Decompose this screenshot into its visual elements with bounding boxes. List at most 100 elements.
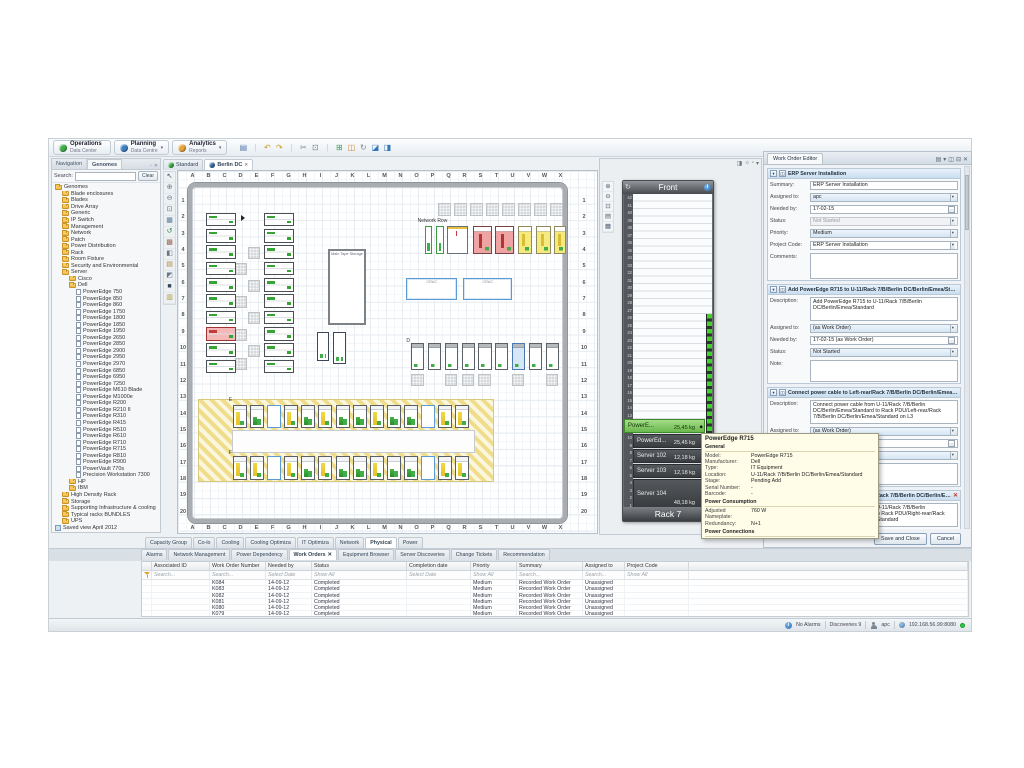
dropdown-select[interactable]: ERP Server Installation▾ [810, 241, 958, 250]
floor-rack[interactable] [284, 405, 298, 428]
floor-rack[interactable] [438, 456, 452, 479]
document-tab[interactable]: Berlin DC ✕ [204, 159, 253, 170]
floor-rack[interactable] [264, 360, 294, 374]
rack-item[interactable]: Server 10212,18 kg [633, 449, 705, 463]
filter-cell[interactable]: Search... [517, 571, 583, 579]
floorplan-tool-icon[interactable]: ▤ [164, 260, 175, 271]
toolbar-icon[interactable]: ↷ [274, 142, 284, 153]
calendar-icon[interactable] [948, 440, 955, 447]
perspective-tab[interactable]: Network [335, 537, 364, 548]
sidebar-tab[interactable]: Genomes [87, 159, 122, 169]
floor-rack[interactable] [421, 405, 435, 428]
floorplan-tool-icon[interactable]: ◧ [164, 249, 175, 260]
perspective-tab[interactable]: IT Optimiza [297, 537, 334, 548]
window-icon[interactable]: ◫ [948, 156, 954, 163]
floor-rack[interactable] [206, 229, 236, 243]
section-header-button[interactable]: ◫ [779, 170, 786, 177]
floor-rack[interactable] [404, 456, 418, 479]
rack-item[interactable]: PowerE...25,45 kg◆ [624, 419, 705, 433]
dropdown-arrow-icon[interactable]: ▾ [950, 218, 955, 225]
window-icon[interactable]: ◨ [737, 160, 743, 167]
window-icon[interactable]: ☼ [744, 160, 750, 167]
textarea-input[interactable] [810, 360, 958, 382]
bottom-panel-tab[interactable]: Network Management [168, 549, 230, 560]
floor-rack[interactable] [206, 262, 236, 276]
cancel-button[interactable]: Cancel [930, 533, 961, 545]
filter-funnel-icon[interactable] [144, 572, 151, 578]
column-header[interactable]: Work Order Number [210, 562, 266, 570]
floor-rack[interactable] [518, 226, 533, 254]
toolbar-icon[interactable]: | [322, 142, 332, 153]
calendar-icon[interactable] [948, 206, 955, 213]
close-icon[interactable]: ✕ [328, 552, 332, 558]
floor-rack[interactable] [333, 332, 346, 364]
floor-rack[interactable] [264, 245, 294, 259]
bottom-panel-tab[interactable]: Server Discoveries [395, 549, 449, 560]
column-header[interactable]: Project Code [625, 562, 689, 570]
section-header-button[interactable]: ◫ [779, 389, 786, 396]
floor-rack[interactable] [284, 456, 298, 479]
dropdown-arrow-icon[interactable]: ▾ [950, 428, 955, 435]
floor-rack[interactable] [264, 327, 294, 341]
floor-rack[interactable] [264, 343, 294, 357]
floor-rack[interactable] [462, 343, 475, 370]
floor-rack[interactable] [264, 278, 294, 292]
sidebar-search-input[interactable] [75, 172, 136, 181]
filter-cell[interactable]: Select Date [407, 571, 471, 579]
filter-cell[interactable]: Select Date [266, 571, 312, 579]
floor-rack[interactable] [264, 213, 294, 227]
rack-item[interactable]: Server 10312,18 kg [633, 464, 705, 478]
column-header[interactable] [142, 562, 152, 570]
calendar-icon[interactable] [948, 337, 955, 344]
floor-rack[interactable] [447, 226, 468, 254]
storage-area[interactable]: Main Tape Storage [328, 249, 366, 325]
floorplan-tool-icon[interactable]: ◩ [164, 271, 175, 282]
filter-cell[interactable]: Show All [471, 571, 517, 579]
floor-rack[interactable] [336, 405, 350, 428]
filter-cell[interactable] [689, 571, 968, 579]
bottom-panel-tab[interactable]: Alarms [141, 549, 167, 560]
bottom-panel-tab[interactable]: Equipment Browser [338, 549, 394, 560]
perspective-tab[interactable]: Cooling Optimiza [245, 537, 295, 548]
window-icon[interactable]: ▾ [943, 156, 946, 163]
perspective-tab[interactable]: Cooling [216, 537, 244, 548]
floorplan-tool-icon[interactable]: ↺ [164, 227, 175, 238]
floor-rack[interactable] [233, 405, 247, 428]
toolbar-icon[interactable]: | [286, 142, 296, 153]
app-launcher-button[interactable]: OperationsData Center [53, 140, 111, 155]
floor-rack[interactable] [206, 294, 236, 308]
toolbar-icon[interactable]: ⊡ [310, 142, 320, 153]
window-icon[interactable]: ▫ [752, 160, 754, 167]
floor-rack[interactable] [445, 343, 458, 370]
floor-rack[interactable] [206, 360, 236, 374]
document-tab[interactable]: Standard [163, 159, 203, 170]
floorplan-tool-icon[interactable]: ⊡ [164, 205, 175, 216]
floor-rack[interactable] [264, 311, 294, 325]
floorplan-tool-icon[interactable]: ▥ [164, 293, 175, 304]
filter-cell[interactable] [142, 571, 152, 579]
rack-item[interactable]: Server 10448,18 kg [633, 479, 705, 508]
toolbar-icon[interactable]: ◨ [382, 142, 392, 153]
floor-rack[interactable] [250, 405, 264, 428]
column-header[interactable]: Summary [517, 562, 583, 570]
floor-rack[interactable] [438, 405, 452, 428]
dropdown-arrow-icon[interactable]: ▾ [950, 349, 955, 356]
filter-cell[interactable]: Show All [625, 571, 689, 579]
window-icon[interactable]: ▾ [756, 160, 759, 167]
floor-rack[interactable] [206, 278, 236, 292]
toolbar-icon[interactable]: ✂ [298, 142, 308, 153]
floor-rack[interactable] [336, 456, 350, 479]
window-icon[interactable]: ✕ [963, 156, 968, 163]
floor-rack[interactable] [428, 343, 441, 370]
toolbar-icon[interactable]: ◫ [346, 142, 356, 153]
work-order-section-header[interactable]: ▾◫ERP Server Installation [768, 169, 960, 179]
floorplan-tool-icon[interactable]: ⊕ [164, 183, 175, 194]
window-icon[interactable]: ⊟ [956, 156, 961, 163]
perspective-tab[interactable]: Power [398, 537, 423, 548]
floor-rack[interactable] [317, 332, 329, 361]
dropdown-select[interactable]: (as Work Order)▾ [810, 324, 958, 333]
floor-rack[interactable] [206, 245, 236, 259]
floor-rack[interactable] [554, 226, 566, 254]
column-header[interactable]: Priority [471, 562, 517, 570]
column-header[interactable]: Status [312, 562, 407, 570]
